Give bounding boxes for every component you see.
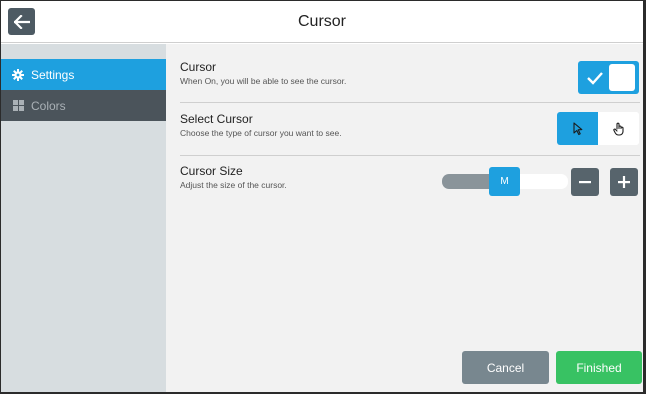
cursor-type-selector: [557, 112, 639, 145]
toggle-knob: [609, 64, 635, 91]
setting-title: Cursor: [180, 60, 217, 74]
back-arrow-icon: [13, 14, 30, 29]
sidebar-item-colors[interactable]: Colors: [1, 90, 166, 121]
gear-icon: [12, 68, 24, 81]
cursor-option-arrow[interactable]: [557, 112, 598, 145]
hand-pointer-icon: [612, 122, 624, 136]
sidebar-item-settings[interactable]: Settings: [1, 59, 173, 90]
plus-icon: [618, 176, 630, 188]
check-icon: [587, 72, 603, 85]
back-button[interactable]: [8, 8, 35, 35]
page-title: Cursor: [297, 13, 346, 30]
decrease-size-button[interactable]: [571, 168, 599, 196]
sidebar-item-label: Settings: [31, 67, 75, 82]
divider: [180, 102, 640, 103]
sidebar-item-label: Colors: [31, 98, 66, 113]
setting-description: When On, you will be able to see the cur…: [180, 76, 347, 86]
cursor-option-hand[interactable]: [598, 112, 639, 145]
settings-panel: Cursor When On, you will be able to see …: [166, 44, 643, 392]
divider: [180, 155, 640, 156]
arrow-pointer-icon: [572, 121, 582, 135]
app-window: Cursor Settings Colors Cursor When On, y…: [1, 1, 643, 392]
minus-icon: [579, 181, 591, 184]
cursor-toggle[interactable]: [578, 61, 639, 94]
finished-button[interactable]: Finished: [556, 351, 642, 384]
header-bar: Cursor: [1, 1, 643, 43]
setting-row-cursor: Cursor When On, you will be able to see …: [180, 60, 640, 86]
increase-size-button[interactable]: [610, 168, 638, 196]
grid-icon: [12, 100, 24, 112]
sidebar: Settings Colors: [1, 44, 173, 392]
cancel-button[interactable]: Cancel: [462, 351, 549, 384]
cursor-size-slider-thumb[interactable]: M: [489, 167, 520, 196]
